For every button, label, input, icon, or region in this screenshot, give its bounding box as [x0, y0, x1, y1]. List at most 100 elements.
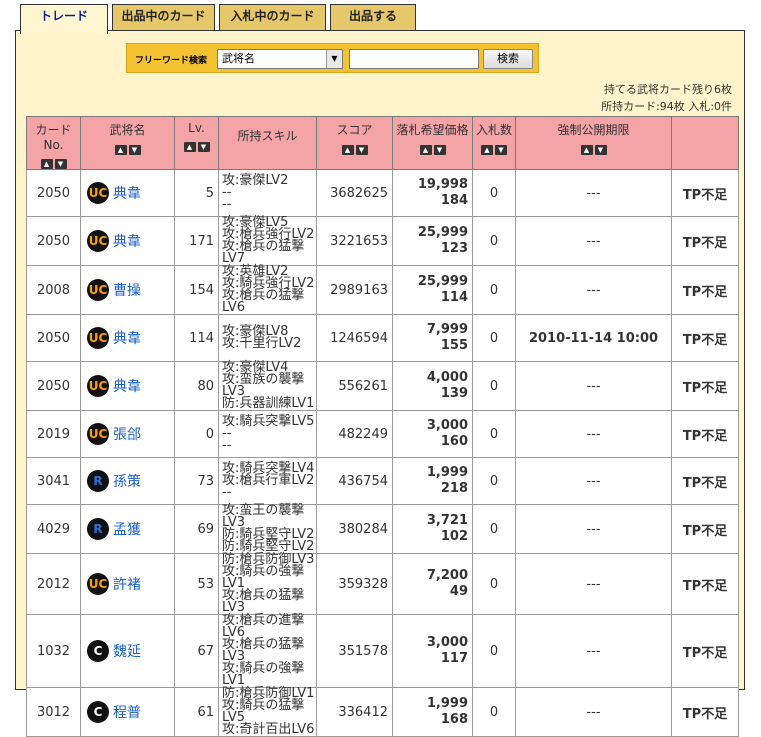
- price-cell: 1,999 218: [392, 457, 473, 505]
- rarity-icon: UC: [87, 327, 109, 349]
- bids-cell: 0: [472, 687, 516, 737]
- tp-shortage-link[interactable]: TP不足: [671, 687, 739, 737]
- card-no-cell: 2050: [26, 216, 81, 266]
- col-header-price: 落札希望価格 ▲ ▼: [392, 116, 473, 170]
- skills-cell: 防:槍兵防御LV1 攻:騎兵の猛撃LV5 攻:奇計百出LV6: [218, 686, 317, 737]
- tp-shortage-link[interactable]: TP不足: [671, 457, 739, 505]
- sort-down-icon[interactable]: ▼: [355, 145, 368, 155]
- price-cell: 4,000 139: [392, 361, 473, 411]
- sort-down-icon[interactable]: ▼: [495, 145, 507, 155]
- tab-listed-cards[interactable]: 出品中のカード: [112, 4, 215, 30]
- search-field-select[interactable]: 武将名 ▼: [217, 49, 343, 69]
- general-name-link[interactable]: 孫策: [113, 471, 141, 491]
- table-row[interactable]: 2019 UC 張郃 0 攻:騎兵突撃LV5 -- -- 482249 3,000 160 0 ---…: [26, 410, 739, 458]
- general-name-link[interactable]: 曹操: [113, 280, 141, 300]
- search-button[interactable]: 検索: [483, 49, 533, 69]
- col-header-skills: 所持スキル: [218, 116, 317, 170]
- skill-line: 攻:槍兵の猛撃LV7: [222, 239, 305, 266]
- sort-down-icon[interactable]: ▼: [128, 145, 141, 155]
- price-value: 3,000: [426, 635, 468, 650]
- skills-cell: 攻:英雄LV2 攻:騎兵強行LV2 攻:槍兵の猛撃LV6: [218, 265, 317, 315]
- tab-trade[interactable]: トレード: [20, 4, 108, 34]
- price-sub-value: 102: [440, 529, 468, 544]
- rarity-icon: UC: [87, 573, 109, 595]
- deadline-cell: ---: [515, 410, 672, 458]
- price-value: 1,999: [426, 696, 468, 711]
- general-name-link[interactable]: 程普: [113, 702, 141, 722]
- general-name-link[interactable]: 典韋: [113, 231, 141, 251]
- card-no-cell: 4029: [26, 504, 81, 554]
- tab-sell[interactable]: 出品する: [330, 4, 416, 30]
- tp-shortage-link[interactable]: TP不足: [671, 504, 739, 554]
- tp-shortage-link[interactable]: TP不足: [671, 216, 739, 266]
- general-name-cell: UC 許褚: [80, 553, 175, 615]
- skill-line: 攻:騎兵突撃LV5: [222, 414, 315, 429]
- tp-shortage-link[interactable]: TP不足: [671, 410, 739, 458]
- card-no-cell: 3012: [26, 687, 81, 737]
- tp-shortage-link[interactable]: TP不足: [671, 265, 739, 315]
- chevron-down-icon[interactable]: ▼: [326, 50, 342, 68]
- card-no-cell: 2050: [26, 361, 81, 411]
- col-header-score: スコア ▲ ▼: [316, 116, 393, 170]
- general-name-link[interactable]: 典韋: [113, 328, 141, 348]
- tp-shortage-link[interactable]: TP不足: [671, 169, 739, 217]
- tp-shortage-link[interactable]: TP不足: [671, 614, 739, 688]
- sort-up-icon[interactable]: ▲: [580, 145, 593, 155]
- sort-up-icon[interactable]: ▲: [183, 142, 196, 152]
- price-sub-value: 218: [440, 481, 468, 496]
- bids-cell: 0: [472, 553, 516, 615]
- skill-line: 防:槍兵防御LV1: [222, 686, 315, 701]
- col-header-deadline: 強制公開期限 ▲ ▼: [515, 116, 672, 170]
- tp-shortage-link[interactable]: TP不足: [671, 314, 739, 362]
- general-name-link[interactable]: 張郃: [113, 424, 141, 444]
- table-row[interactable]: 2050 UC 典韋 171 攻:豪傑LV5 攻:槍兵強行LV2 攻:槍兵の猛撃LV7 322…: [26, 216, 739, 266]
- sort-down-icon[interactable]: ▼: [54, 159, 67, 169]
- table-row[interactable]: 2012 UC 許褚 53 防:槍兵防御LV3 攻:騎兵の強撃LV1 攻:槍兵の猛撃LV3 3…: [26, 553, 739, 615]
- general-name-link[interactable]: 孟獲: [113, 519, 141, 539]
- level-cell: 0: [174, 410, 219, 458]
- general-name-link[interactable]: 典韋: [113, 183, 141, 203]
- tp-shortage-link[interactable]: TP不足: [671, 361, 739, 411]
- table-row[interactable]: 3012 C 程普 61 防:槍兵防御LV1 攻:騎兵の猛撃LV5 攻:奇計百出LV6 336…: [26, 686, 739, 737]
- sort-down-icon[interactable]: ▼: [197, 142, 210, 152]
- table-row[interactable]: 2050 UC 典韋 80 攻:豪傑LV4 攻:蛮族の襲撃LV3 防:兵器訓練LV1 5562…: [26, 361, 739, 411]
- sort-up-icon[interactable]: ▲: [341, 145, 354, 155]
- general-name-link[interactable]: 魏延: [113, 641, 141, 661]
- table-row[interactable]: 2050 UC 典韋 114 攻:豪傑LV8 攻:千里行LV2 1246594 7,999 15…: [26, 314, 739, 362]
- sort-down-icon[interactable]: ▼: [433, 145, 446, 155]
- general-name-cell: R 孫策: [80, 457, 175, 505]
- tp-shortage-link[interactable]: TP不足: [671, 553, 739, 615]
- bids-cell: 0: [472, 504, 516, 554]
- sort-controls: ▲ ▼: [419, 141, 447, 155]
- table-row[interactable]: 1032 C 魏延 67 攻:槍兵の進撃LV6 攻:槍兵の猛撃LV3 攻:騎兵の強撃LV1 3…: [26, 614, 739, 688]
- price-cell: 7,200 49: [392, 553, 473, 615]
- sort-up-icon[interactable]: ▲: [114, 145, 127, 155]
- general-name-link[interactable]: 典韋: [113, 376, 141, 396]
- score-cell: 380284: [316, 504, 393, 554]
- search-input[interactable]: [349, 49, 479, 69]
- remaining-cards-text: 持てる武将カード残り6枚: [604, 83, 732, 96]
- sort-down-icon[interactable]: ▼: [594, 145, 607, 155]
- tab-bidding-cards[interactable]: 入札中のカード: [219, 4, 326, 30]
- price-sub-value: 139: [440, 386, 468, 401]
- table-row[interactable]: 2008 UC 曹操 154 攻:英雄LV2 攻:騎兵強行LV2 攻:槍兵の猛撃LV6 298…: [26, 265, 739, 315]
- table-row[interactable]: 4029 R 孟獲 69 攻:蛮王の襲撃LV3 防:騎兵堅守LV2 防:騎兵堅守LV2 380…: [26, 504, 739, 554]
- price-value: 7,200: [426, 568, 468, 583]
- sort-up-icon[interactable]: ▲: [419, 145, 432, 155]
- skill-line: 攻:槍兵の猛撃LV6: [222, 288, 305, 315]
- skills-cell: 攻:豪傑LV4 攻:蛮族の襲撃LV3 防:兵器訓練LV1: [218, 361, 317, 411]
- skill-line: 攻:千里行LV2: [222, 336, 302, 351]
- bids-cell: 0: [472, 314, 516, 362]
- table-row[interactable]: 2050 UC 典韋 5 攻:豪傑LV2 -- -- 3682625 19,998 184 0 ---…: [26, 169, 739, 217]
- level-cell: 61: [174, 687, 219, 737]
- deadline-cell: ---: [515, 265, 672, 315]
- sort-up-icon[interactable]: ▲: [481, 145, 493, 155]
- card-no-cell: 2019: [26, 410, 81, 458]
- sort-up-icon[interactable]: ▲: [40, 159, 53, 169]
- skill-line: 攻:蛮族の襲撃LV3: [222, 372, 305, 399]
- price-value: 25,999: [417, 225, 468, 240]
- skills-cell: 攻:騎兵突撃LV5 -- --: [218, 410, 317, 458]
- general-name-link[interactable]: 許褚: [113, 574, 141, 594]
- table-row[interactable]: 3041 R 孫策 73 攻:騎兵突撃LV4 攻:槍兵行軍LV2 -- 436754 1,999…: [26, 457, 739, 505]
- price-value: 19,998: [417, 177, 468, 192]
